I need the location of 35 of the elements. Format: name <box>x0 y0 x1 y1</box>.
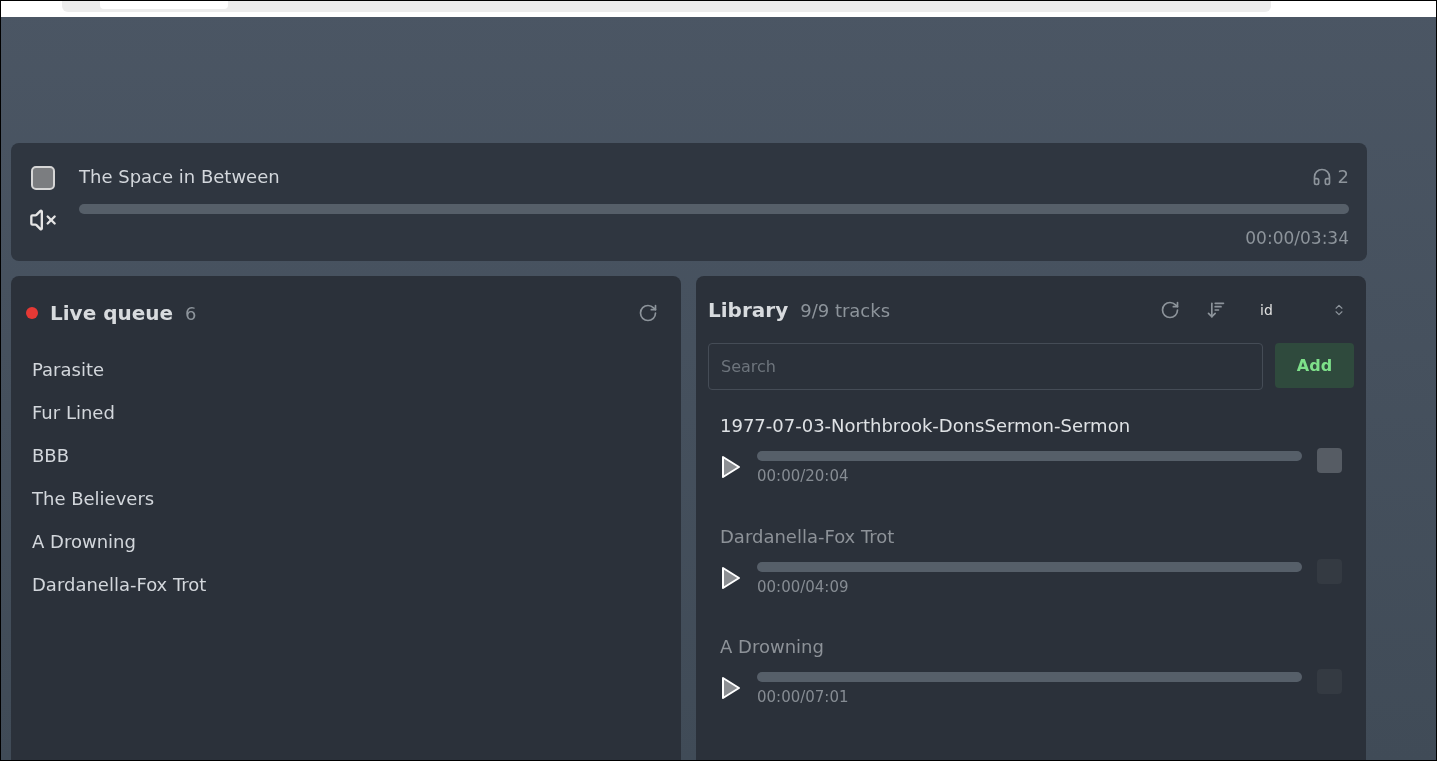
listener-count: 2 <box>1337 165 1349 189</box>
play-icon[interactable] <box>720 565 742 590</box>
queue-item[interactable]: The Believers <box>32 477 666 520</box>
track-title: Dardanella-Fox Trot <box>720 524 896 549</box>
queue-item[interactable]: Parasite <box>32 348 666 391</box>
progress-track[interactable] <box>79 204 1349 214</box>
track-count: 9/9 tracks <box>800 298 891 323</box>
track-title: The Space in Between <box>79 165 280 189</box>
panel-title: Live queue <box>50 300 174 327</box>
queue-item[interactable]: Fur Lined <box>32 391 666 434</box>
track-checkbox[interactable] <box>1317 448 1342 473</box>
refresh-icon[interactable] <box>638 303 658 323</box>
track-time: 00:00/20:04 <box>757 466 850 487</box>
play-icon[interactable] <box>720 676 742 700</box>
add-button[interactable]: Add <box>1275 343 1354 388</box>
sort-icon[interactable] <box>1206 300 1226 320</box>
progress-track[interactable] <box>757 451 1302 461</box>
queue-item[interactable]: BBB <box>32 434 666 477</box>
stop-button[interactable] <box>31 166 55 190</box>
panel-title: Library <box>708 297 789 324</box>
queue-count: 6 <box>185 301 197 326</box>
headphones-icon <box>1311 166 1332 187</box>
track-title: A Drowning <box>720 635 825 659</box>
playback-time: 00:00/03:34 <box>1245 227 1349 250</box>
track-time: 00:00/04:09 <box>757 576 850 598</box>
play-icon[interactable] <box>720 455 742 479</box>
search-field[interactable]: Search <box>708 343 1263 390</box>
refresh-icon[interactable] <box>1160 300 1180 320</box>
queue-item[interactable]: A Drowning <box>32 520 666 563</box>
progress-track[interactable] <box>757 561 1302 572</box>
progress-track[interactable] <box>757 672 1302 682</box>
track-time: 00:00/07:01 <box>757 687 850 708</box>
sort-select[interactable]: id <box>1244 299 1354 321</box>
track-title: 1977-07-03-Northbrook-DonsSermon-Sermon <box>720 414 1132 438</box>
queue-item[interactable]: Dardanella-Fox Trot <box>32 563 666 606</box>
